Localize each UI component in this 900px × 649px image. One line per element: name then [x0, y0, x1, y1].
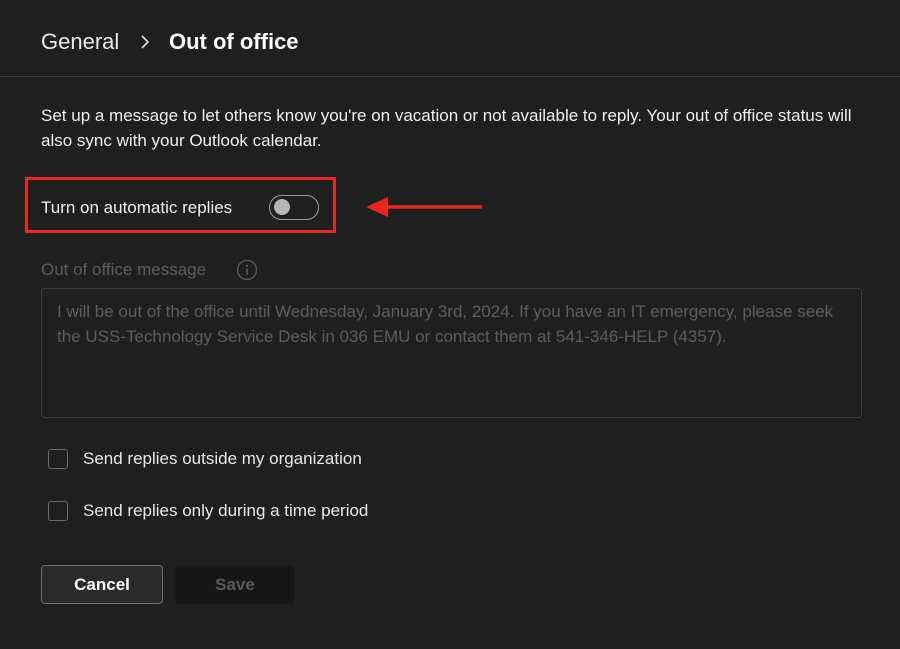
breadcrumb-general[interactable]: General — [41, 28, 119, 56]
header: General Out of office — [0, 0, 900, 77]
outside-org-checkbox[interactable] — [48, 449, 68, 469]
chevron-right-icon — [141, 35, 150, 49]
toggle-knob — [274, 199, 290, 215]
automatic-replies-label: Turn on automatic replies — [41, 198, 233, 217]
outside-org-label: Send replies outside my organization — [83, 449, 362, 468]
message-textarea[interactable]: I will be out of the office until Wednes… — [41, 288, 862, 418]
time-period-label: Send replies only during a time period — [83, 501, 369, 520]
page-title: Out of office — [169, 29, 299, 54]
red-arrow-icon — [366, 197, 482, 217]
info-icon[interactable] — [236, 259, 258, 281]
time-period-checkbox[interactable] — [48, 501, 68, 521]
cancel-button[interactable]: Cancel — [41, 565, 163, 604]
automatic-replies-toggle[interactable] — [269, 195, 319, 220]
save-button[interactable]: Save — [175, 565, 295, 604]
description-text: Set up a message to let others know you'… — [41, 106, 852, 150]
message-label: Out of office message — [41, 260, 207, 279]
